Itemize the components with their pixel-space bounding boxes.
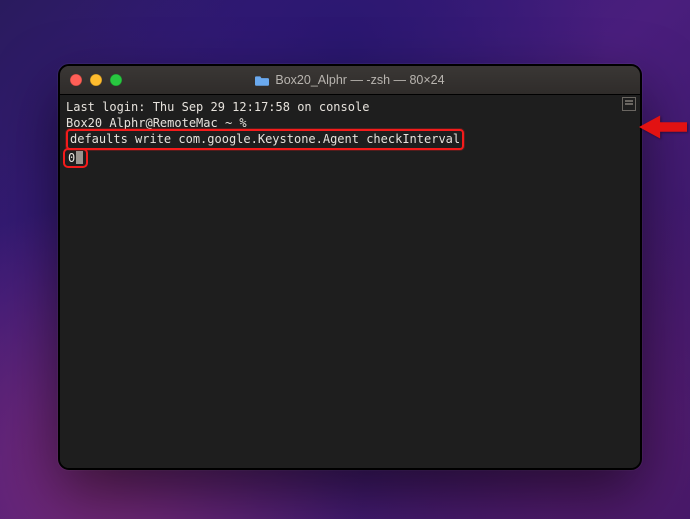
last-login-line: Last login: Thu Sep 29 12:17:58 on conso… xyxy=(66,99,634,115)
terminal-cursor xyxy=(76,151,83,164)
window-title: Box20_Alphr — -zsh — 80×24 xyxy=(60,73,640,87)
terminal-window: Box20_Alphr — -zsh — 80×24 Last login: T… xyxy=(58,64,642,470)
command-line-continuation: 0 xyxy=(66,148,634,168)
prompt-text: Box20_Alphr@RemoteMac ~ % xyxy=(66,116,254,130)
command-line: Box20_Alphr@RemoteMac ~ % defaults write… xyxy=(66,115,634,147)
highlighted-command-part2: 0 xyxy=(63,148,88,168)
folder-icon xyxy=(255,75,269,86)
highlighted-command-part1: defaults write com.google.Keystone.Agent… xyxy=(66,129,464,149)
terminal-body[interactable]: Last login: Thu Sep 29 12:17:58 on conso… xyxy=(60,95,640,468)
scroll-indicator-icon xyxy=(622,97,636,111)
zoom-button[interactable] xyxy=(110,74,122,86)
traffic-lights xyxy=(70,74,122,86)
annotation-arrow-icon xyxy=(639,113,687,141)
window-title-text: Box20_Alphr — -zsh — 80×24 xyxy=(275,73,444,87)
window-titlebar[interactable]: Box20_Alphr — -zsh — 80×24 xyxy=(60,66,640,95)
minimize-button[interactable] xyxy=(90,74,102,86)
close-button[interactable] xyxy=(70,74,82,86)
argument-zero: 0 xyxy=(68,151,75,165)
